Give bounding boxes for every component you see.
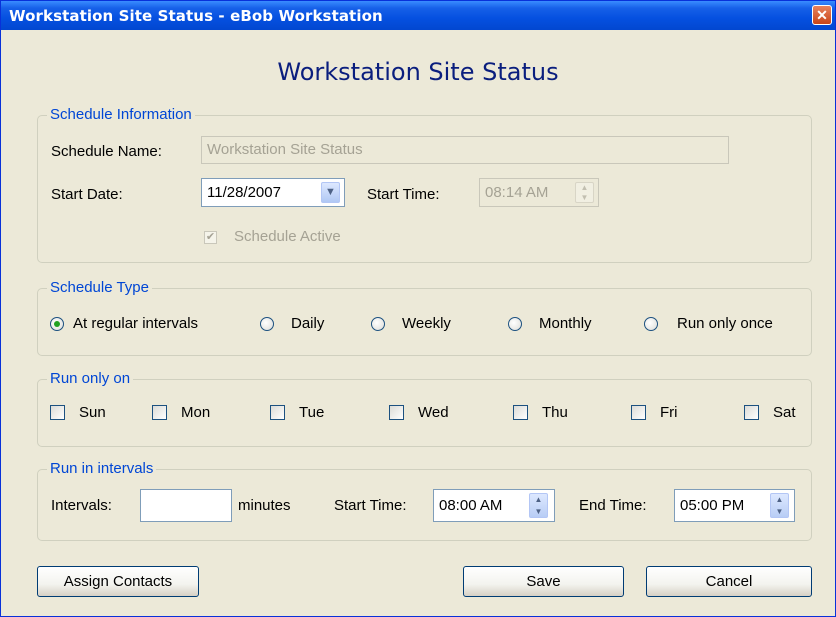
day-checkbox-wed[interactable] [389, 405, 404, 420]
interval-end-time-value: 05:00 PM [680, 497, 745, 514]
intervals-input[interactable] [140, 489, 232, 522]
day-label-fri[interactable]: Fri [660, 404, 678, 421]
day-checkbox-sat[interactable] [744, 405, 759, 420]
run-in-intervals-legend: Run in intervals [47, 460, 157, 477]
day-checkbox-fri[interactable] [631, 405, 646, 420]
spin-up-icon[interactable]: ▲ [771, 494, 788, 506]
title-bar[interactable]: Workstation Site Status - eBob Workstati… [1, 1, 835, 30]
spin-down-icon[interactable]: ▼ [576, 193, 593, 203]
close-button[interactable]: ✕ [812, 5, 832, 25]
schedule-name-field[interactable]: Workstation Site Status [201, 136, 729, 164]
interval-start-time-value: 08:00 AM [439, 497, 503, 514]
day-label-sat[interactable]: Sat [773, 404, 796, 421]
minutes-label: minutes [238, 497, 291, 514]
radio-monthly[interactable] [508, 317, 522, 331]
day-checkbox-thu[interactable] [513, 405, 528, 420]
start-date-label: Start Date: [51, 186, 123, 203]
spin-up-icon[interactable]: ▲ [530, 494, 547, 506]
radio-at-regular-intervals[interactable] [50, 317, 64, 331]
assign-contacts-button[interactable]: Assign Contacts [37, 566, 199, 597]
start-date-value: 11/28/2007 [207, 184, 281, 201]
day-checkbox-sun[interactable] [50, 405, 65, 420]
save-button[interactable]: Save [463, 566, 624, 597]
day-label-wed[interactable]: Wed [418, 404, 449, 421]
cancel-button[interactable]: Cancel [646, 566, 812, 597]
dialog-window: Workstation Site Status - eBob Workstati… [0, 0, 836, 617]
interval-start-time-spinner[interactable]: ▲ ▼ [529, 493, 548, 518]
radio-label-daily[interactable]: Daily [291, 315, 324, 332]
schedule-type-legend: Schedule Type [47, 279, 152, 296]
schedule-active-label: Schedule Active [234, 228, 341, 245]
interval-start-time-label: Start Time: [334, 497, 407, 514]
dialog-content: Workstation Site Status Schedule Informa… [1, 30, 835, 616]
intervals-label: Intervals: [51, 497, 112, 514]
radio-run-only-once[interactable] [644, 317, 658, 331]
radio-daily[interactable] [260, 317, 274, 331]
start-time-value-disabled: 08:14 AM [485, 184, 549, 201]
day-label-thu[interactable]: Thu [542, 404, 568, 421]
interval-end-time-spinner[interactable]: ▲ ▼ [770, 493, 789, 518]
day-checkbox-tue[interactable] [270, 405, 285, 420]
page-title: Workstation Site Status [277, 58, 559, 86]
radio-label-at-regular-intervals[interactable]: At regular intervals [73, 315, 198, 332]
start-time-label-disabled: Start Time: [367, 186, 440, 203]
spin-down-icon[interactable]: ▼ [771, 506, 788, 518]
window-title: Workstation Site Status - eBob Workstati… [9, 7, 383, 25]
spin-down-icon[interactable]: ▼ [530, 506, 547, 518]
radio-label-weekly[interactable]: Weekly [402, 315, 451, 332]
radio-label-run-only-once[interactable]: Run only once [677, 315, 773, 332]
day-label-mon[interactable]: Mon [181, 404, 210, 421]
schedule-active-checkbox[interactable]: ✔ [204, 231, 217, 244]
start-time-spinner-disabled[interactable]: ▲ ▼ [575, 182, 594, 203]
day-checkbox-mon[interactable] [152, 405, 167, 420]
day-label-sun[interactable]: Sun [79, 404, 106, 421]
radio-label-monthly[interactable]: Monthly [539, 315, 592, 332]
schedule-information-legend: Schedule Information [47, 106, 195, 123]
radio-weekly[interactable] [371, 317, 385, 331]
interval-end-time-label: End Time: [579, 497, 647, 514]
run-only-on-legend: Run only on [47, 370, 134, 387]
chevron-down-icon[interactable]: ▼ [321, 182, 340, 203]
schedule-name-label: Schedule Name: [51, 143, 162, 160]
spin-up-icon[interactable]: ▲ [576, 183, 593, 193]
day-label-tue[interactable]: Tue [299, 404, 324, 421]
